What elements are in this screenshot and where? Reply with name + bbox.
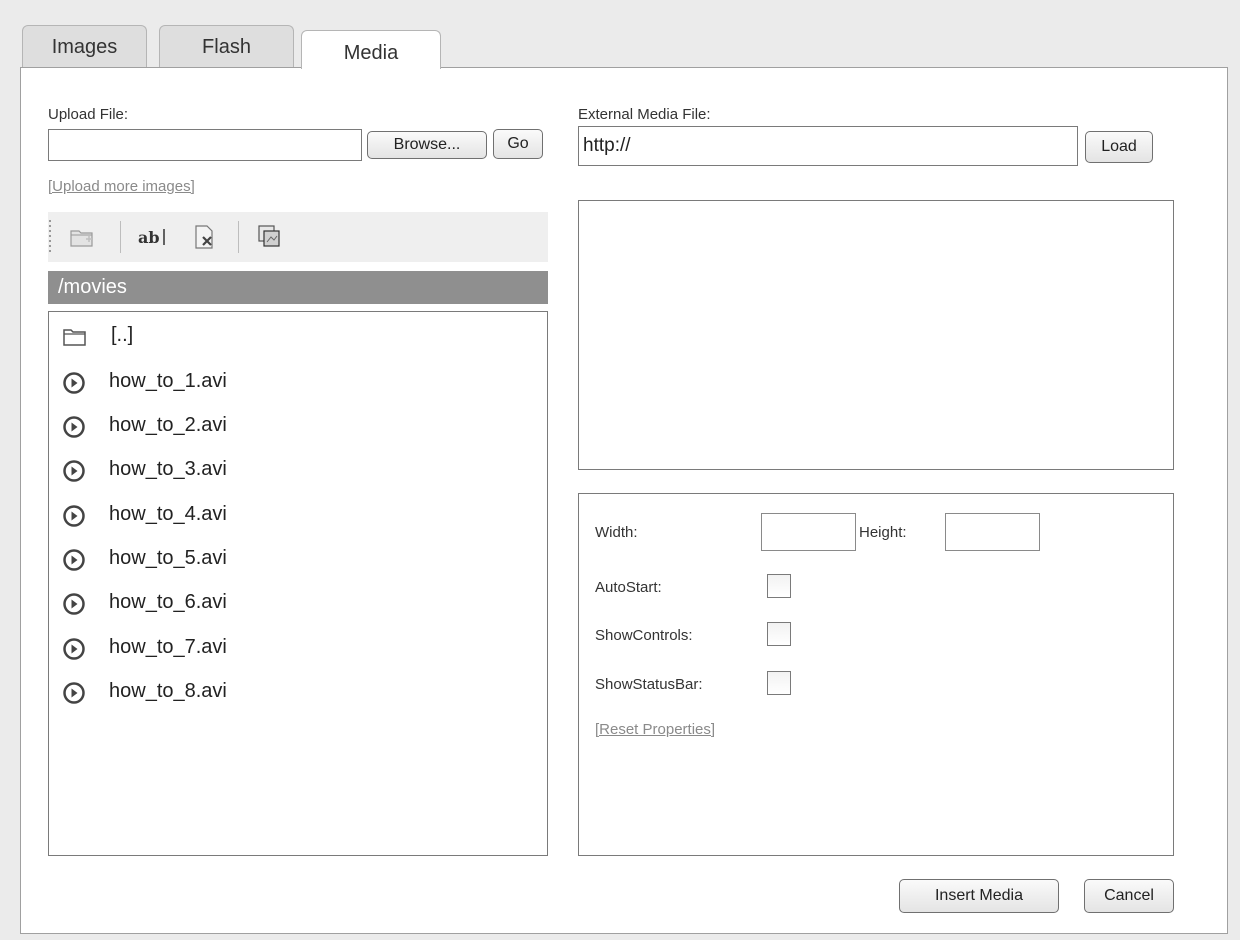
external-url-input[interactable]: http:// <box>578 126 1078 166</box>
rename-icon[interactable]: ab <box>136 223 176 251</box>
toolbar-grip <box>49 220 51 254</box>
list-item-label: [..] <box>111 324 134 346</box>
list-item-label: how_to_1.avi <box>109 370 227 392</box>
play-icon <box>63 371 85 394</box>
copy-icon[interactable] <box>256 223 284 251</box>
external-media-label: External Media File: <box>578 106 711 123</box>
list-item[interactable]: how_to_3.avi <box>63 452 533 486</box>
list-item[interactable]: how_to_1.avi <box>63 364 533 398</box>
current-path-bar: /movies <box>48 271 548 304</box>
list-item-label: how_to_2.avi <box>109 414 227 436</box>
toolbar-separator <box>120 221 121 253</box>
list-item[interactable]: how_to_8.avi <box>63 674 533 708</box>
list-item-label: how_to_3.avi <box>109 458 227 480</box>
toolbar-separator <box>238 221 239 253</box>
list-item-label: how_to_5.avi <box>109 547 227 569</box>
upload-file-label: Upload File: <box>48 106 129 123</box>
load-button[interactable]: Load <box>1085 131 1153 163</box>
play-icon <box>63 504 85 527</box>
autostart-label: AutoStart: <box>595 579 662 596</box>
file-toolbar: ab <box>48 212 548 262</box>
width-label: Width: <box>595 524 638 541</box>
play-icon <box>63 459 85 482</box>
play-icon <box>63 681 85 704</box>
insert-media-button[interactable]: Insert Media <box>899 879 1059 913</box>
reset-properties-link[interactable]: [Reset Properties] <box>595 721 715 738</box>
list-item-parent-folder[interactable]: [..] <box>63 318 533 352</box>
list-item[interactable]: how_to_4.avi <box>63 497 533 531</box>
list-item-label: how_to_7.avi <box>109 636 227 658</box>
width-input[interactable] <box>761 513 856 551</box>
play-icon <box>63 548 85 571</box>
list-item[interactable]: how_to_2.avi <box>63 408 533 442</box>
media-properties: Width: Height: AutoStart: ShowControls: … <box>578 493 1174 856</box>
upload-file-input[interactable] <box>48 129 362 161</box>
tab-media[interactable]: Media <box>301 30 441 69</box>
tab-flash[interactable]: Flash <box>159 25 294 68</box>
delete-icon[interactable] <box>190 223 218 251</box>
height-label: Height: <box>859 524 907 541</box>
svg-text:ab: ab <box>138 228 160 247</box>
showcontrols-checkbox[interactable] <box>767 622 791 646</box>
folder-icon <box>63 325 86 347</box>
go-button[interactable]: Go <box>493 129 543 159</box>
showstatusbar-label: ShowStatusBar: <box>595 676 703 693</box>
list-item-label: how_to_6.avi <box>109 591 227 613</box>
showcontrols-label: ShowControls: <box>595 627 693 644</box>
list-item[interactable]: how_to_5.avi <box>63 541 533 575</box>
list-item[interactable]: how_to_6.avi <box>63 585 533 619</box>
new-folder-icon[interactable] <box>68 223 96 251</box>
list-item[interactable]: how_to_7.avi <box>63 630 533 664</box>
height-input[interactable] <box>945 513 1040 551</box>
file-list: [..] how_to_1.avi how_to_2.avi how_to_3.… <box>48 311 548 856</box>
autostart-checkbox[interactable] <box>767 574 791 598</box>
tab-images[interactable]: Images <box>22 25 147 68</box>
media-panel: Upload File: Browse... Go [Upload more i… <box>20 67 1228 934</box>
play-icon <box>63 592 85 615</box>
list-item-label: how_to_8.avi <box>109 680 227 702</box>
cancel-button[interactable]: Cancel <box>1084 879 1174 913</box>
browse-button[interactable]: Browse... <box>367 131 487 159</box>
upload-more-link[interactable]: [Upload more images] <box>48 178 195 195</box>
list-item-label: how_to_4.avi <box>109 503 227 525</box>
showstatusbar-checkbox[interactable] <box>767 671 791 695</box>
media-preview <box>578 200 1174 470</box>
play-icon <box>63 415 85 438</box>
play-icon <box>63 637 85 660</box>
